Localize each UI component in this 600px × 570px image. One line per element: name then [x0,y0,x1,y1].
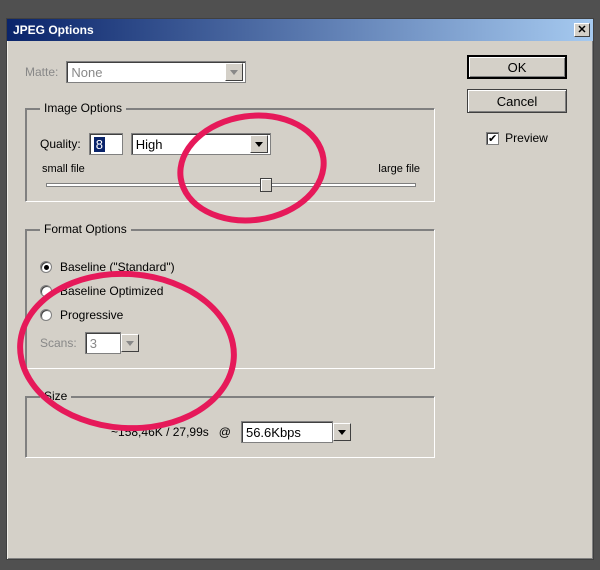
dropdown-button[interactable] [225,63,243,81]
titlebar: JPEG Options ✕ [7,19,593,41]
ok-button[interactable]: OK [467,55,567,79]
chevron-down-icon [126,341,134,346]
chevron-down-icon [338,430,346,435]
matte-value: None [71,65,102,80]
quality-slider[interactable] [46,183,416,187]
size-group: Size ~158,46K / 27,99s @ 56.6Kbps [25,389,435,458]
quality-input[interactable]: 8 [89,133,123,155]
chevron-down-icon [255,142,263,147]
matte-dropdown[interactable]: None [66,61,246,83]
radio-label: Progressive [60,308,123,322]
image-options-group: Image Options Quality: 8 High small file… [25,101,435,202]
radio-icon [40,285,52,297]
radio-icon [40,261,52,273]
slider-min-label: small file [42,163,85,175]
scans-dropdown[interactable]: 3 [85,332,139,354]
scans-value: 3 [90,336,97,351]
close-button[interactable]: ✕ [574,23,590,37]
size-rate-dropdown[interactable]: 56.6Kbps [241,421,351,443]
quality-value: 8 [94,137,105,152]
at-symbol: @ [219,425,231,439]
jpeg-options-dialog: JPEG Options ✕ Matte: None Image Options… [6,18,594,560]
radio-icon [40,309,52,321]
radio-baseline-standard[interactable]: Baseline ("Standard") [40,260,422,274]
format-options-legend: Format Options [40,222,131,236]
image-options-legend: Image Options [40,101,126,115]
preview-label: Preview [505,131,548,145]
quality-label: Quality: [40,137,81,151]
quality-preset-dropdown[interactable]: High [131,133,271,155]
radio-label: Baseline ("Standard") [60,260,175,274]
radio-progressive[interactable]: Progressive [40,308,422,322]
size-rate-value: 56.6Kbps [246,425,301,440]
slider-thumb[interactable] [260,178,272,192]
size-estimate: ~158,46K / 27,99s [111,425,209,439]
format-options-group: Format Options Baseline ("Standard") Bas… [25,222,435,369]
radio-baseline-optimized[interactable]: Baseline Optimized [40,284,422,298]
chevron-down-icon [230,70,238,75]
dialog-title: JPEG Options [13,23,94,37]
ok-label: OK [508,60,527,75]
dropdown-button[interactable] [333,423,351,441]
size-legend: Size [40,389,71,403]
cancel-button[interactable]: Cancel [467,89,567,113]
matte-label: Matte: [25,65,58,79]
slider-max-label: large file [378,163,420,175]
quality-preset-value: High [136,137,163,152]
radio-label: Baseline Optimized [60,284,163,298]
checkbox-icon: ✔ [486,132,499,145]
preview-checkbox[interactable]: ✔ Preview [486,131,548,145]
dropdown-button[interactable] [121,334,139,352]
close-icon: ✕ [577,25,586,36]
dropdown-button[interactable] [250,135,268,153]
cancel-label: Cancel [497,94,537,109]
scans-label: Scans: [40,336,77,350]
